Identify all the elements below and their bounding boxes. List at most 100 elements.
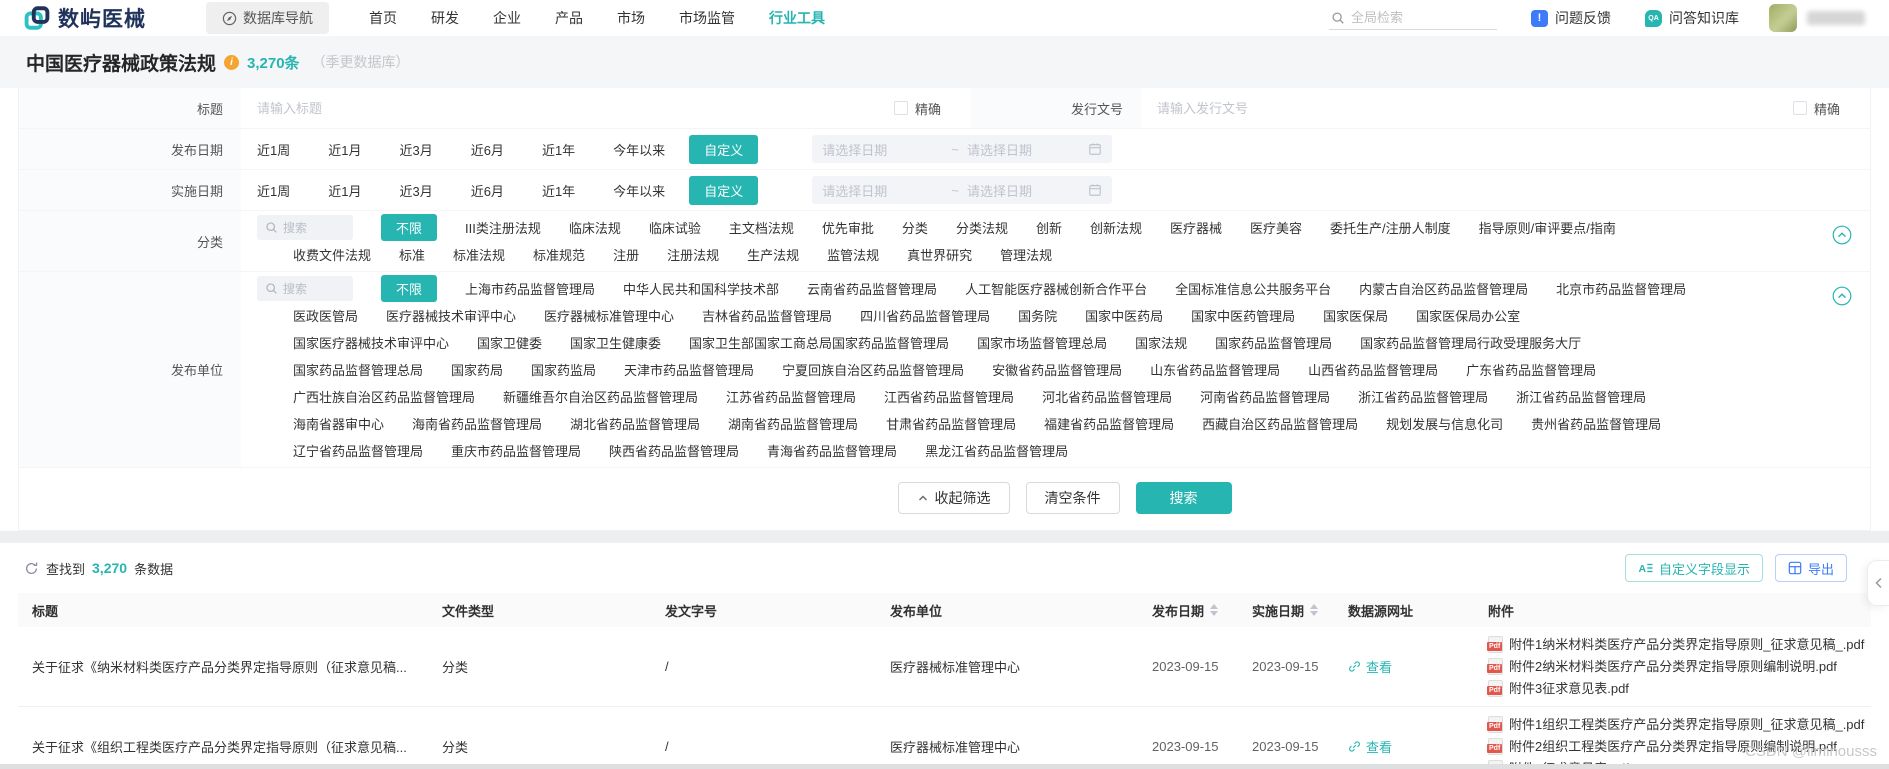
category-tag[interactable]: III类注册法规 — [465, 218, 541, 237]
date-preset[interactable]: 近1月 — [328, 181, 361, 200]
row-title-link[interactable]: 关于征求《纳米材料类医疗产品分类界定指导原则（征求意见稿... — [18, 657, 428, 676]
category-tag[interactable]: 指导原则/审评要点/指南 — [1479, 218, 1616, 237]
sort-icons[interactable] — [1310, 604, 1319, 616]
publisher-search[interactable] — [257, 276, 353, 301]
publisher-tag[interactable]: 浙江省药品监督管理局 — [1516, 387, 1646, 406]
publisher-tag[interactable]: 福建省药品监督管理局 — [1044, 414, 1174, 433]
publisher-tag[interactable]: 国家药品监督管理总局 — [293, 360, 423, 379]
docno-input[interactable] — [1157, 100, 1781, 116]
collapse-publisher-icon[interactable] — [1832, 286, 1852, 306]
date-preset[interactable]: 近3月 — [399, 181, 432, 200]
publisher-tag[interactable]: 重庆市药品监督管理局 — [451, 441, 581, 460]
view-source-link[interactable]: 查看 — [1348, 737, 1474, 756]
publisher-tag[interactable]: 陕西省药品监督管理局 — [609, 441, 739, 460]
publisher-tag[interactable]: 国家卫生健康委 — [570, 333, 661, 352]
publisher-tag[interactable]: 医政医管局 — [293, 306, 358, 325]
category-tag[interactable]: 生产法规 — [747, 245, 799, 264]
date-preset[interactable]: 今年以来 — [613, 181, 665, 200]
global-search-input[interactable] — [1351, 10, 1461, 25]
publisher-tag[interactable]: 北京市药品监督管理局 — [1556, 279, 1686, 298]
publisher-tag[interactable]: 河南省药品监督管理局 — [1200, 387, 1330, 406]
category-tag[interactable]: 创新法规 — [1090, 218, 1142, 237]
publisher-tag[interactable]: 江西省药品监督管理局 — [884, 387, 1014, 406]
date-start-placeholder[interactable]: 请选择日期 — [822, 140, 943, 159]
nav-item[interactable]: 市场监管 — [679, 8, 735, 28]
nav-item-active[interactable]: 行业工具 — [769, 8, 825, 28]
category-tag[interactable]: 分类法规 — [956, 218, 1008, 237]
impl-date-range-picker[interactable]: 请选择日期 ~ 请选择日期 — [812, 176, 1113, 204]
category-tag[interactable]: 创新 — [1036, 218, 1062, 237]
publisher-tag[interactable]: 天津市药品监督管理局 — [624, 360, 754, 379]
category-search[interactable] — [257, 215, 353, 240]
category-tag[interactable]: 注册 — [613, 245, 639, 264]
publisher-tag[interactable]: 广西壮族自治区药品监督管理局 — [293, 387, 475, 406]
feedback-link[interactable]: ! 问题反馈 — [1531, 8, 1611, 28]
app-logo[interactable]: 数屿医械 — [24, 3, 146, 33]
publisher-tag[interactable]: 广东省药品监督管理局 — [1466, 360, 1596, 379]
publisher-tag[interactable]: 湖南省药品监督管理局 — [728, 414, 858, 433]
publisher-tag[interactable]: 上海市药品监督管理局 — [465, 279, 595, 298]
publisher-tag[interactable]: 国家医疗器械技术审评中心 — [293, 333, 449, 352]
date-preset[interactable]: 近6月 — [471, 140, 504, 159]
user-avatar[interactable] — [1769, 4, 1797, 32]
global-search[interactable] — [1329, 6, 1497, 30]
publisher-tag[interactable]: 宁夏回族自治区药品监督管理局 — [782, 360, 964, 379]
category-tag[interactable]: 临床试验 — [649, 218, 701, 237]
date-end-placeholder[interactable]: 请选择日期 — [967, 181, 1088, 200]
custom-date-button[interactable]: 自定义 — [689, 175, 759, 205]
nav-item[interactable]: 市场 — [617, 8, 645, 28]
publisher-tag[interactable]: 国务院 — [1018, 306, 1057, 325]
category-search-input[interactable] — [283, 220, 337, 235]
category-tag[interactable]: 标准法规 — [453, 245, 505, 264]
collapse-filters-button[interactable]: 收起筛选 — [897, 482, 1010, 514]
publisher-tag[interactable]: 全国标准信息公共服务平台 — [1175, 279, 1331, 298]
publisher-tag[interactable]: 黑龙江省药品监督管理局 — [925, 441, 1068, 460]
qa-knowledge-link[interactable]: QA 问答知识库 — [1645, 8, 1739, 28]
publisher-tag[interactable]: 国家卫生部国家工商总局国家药品监督管理局 — [689, 333, 949, 352]
category-tag[interactable]: 优先审批 — [822, 218, 874, 237]
publisher-tag[interactable]: 中华人民共和国科学技术部 — [623, 279, 779, 298]
publisher-tag[interactable]: 海南省药品监督管理局 — [412, 414, 542, 433]
date-preset[interactable]: 近6月 — [471, 181, 504, 200]
publisher-tag[interactable]: 国家药局 — [451, 360, 503, 379]
publisher-tag[interactable]: 国家药监局 — [531, 360, 596, 379]
category-unlimited-button[interactable]: 不限 — [381, 214, 438, 241]
publish-date-range-picker[interactable]: 请选择日期 ~ 请选择日期 — [812, 135, 1113, 163]
publisher-tag[interactable]: 山东省药品监督管理局 — [1150, 360, 1280, 379]
export-button[interactable]: 导出 — [1774, 554, 1847, 582]
publisher-tag[interactable]: 规划发展与信息化司 — [1386, 414, 1503, 433]
publisher-tag[interactable]: 浙江省药品监督管理局 — [1358, 387, 1488, 406]
custom-date-button[interactable]: 自定义 — [689, 134, 759, 164]
publisher-tag[interactable]: 国家医保局办公室 — [1416, 306, 1520, 325]
nav-item[interactable]: 研发 — [431, 8, 459, 28]
publisher-tag[interactable]: 国家中医药局 — [1085, 306, 1163, 325]
database-nav-button[interactable]: 数据库导航 — [206, 2, 329, 34]
category-tag[interactable]: 医疗美容 — [1250, 218, 1302, 237]
info-icon[interactable]: i — [224, 54, 240, 70]
category-tag[interactable]: 真世界研究 — [907, 245, 972, 264]
docno-exact-checkbox[interactable]: 精确 — [1792, 99, 1840, 118]
search-button[interactable]: 搜索 — [1135, 482, 1232, 514]
date-start-placeholder[interactable]: 请选择日期 — [822, 181, 943, 200]
publisher-tag[interactable]: 贵州省药品监督管理局 — [1531, 414, 1661, 433]
title-exact-checkbox[interactable]: 精确 — [893, 99, 941, 118]
publisher-tag[interactable]: 四川省药品监督管理局 — [860, 306, 990, 325]
publisher-tag[interactable]: 吉林省药品监督管理局 — [702, 306, 832, 325]
publisher-tag[interactable]: 甘肃省药品监督管理局 — [886, 414, 1016, 433]
sort-icons[interactable] — [1210, 604, 1219, 616]
publisher-tag[interactable]: 国家药品监督管理局 — [1215, 333, 1332, 352]
publisher-tag[interactable]: 湖北省药品监督管理局 — [570, 414, 700, 433]
category-tag[interactable]: 收费文件法规 — [293, 245, 371, 264]
publisher-tag[interactable]: 国家中医药管理局 — [1191, 306, 1295, 325]
publisher-tag[interactable]: 辽宁省药品监督管理局 — [293, 441, 423, 460]
publisher-tag[interactable]: 海南省器审中心 — [293, 414, 384, 433]
publisher-tag[interactable]: 人工智能医疗器械创新合作平台 — [965, 279, 1147, 298]
publisher-tag[interactable]: 新疆维吾尔自治区药品监督管理局 — [503, 387, 698, 406]
date-preset[interactable]: 近1月 — [328, 140, 361, 159]
attachment-link[interactable]: 附件2纳米材料类医疗产品分类界定指导原则编制说明.pdf — [1487, 657, 1871, 677]
publisher-tag[interactable]: 江苏省药品监督管理局 — [726, 387, 856, 406]
category-tag[interactable]: 临床法规 — [569, 218, 621, 237]
date-preset[interactable]: 今年以来 — [613, 140, 665, 159]
category-tag[interactable]: 监管法规 — [827, 245, 879, 264]
publisher-tag[interactable]: 国家市场监督管理总局 — [977, 333, 1107, 352]
